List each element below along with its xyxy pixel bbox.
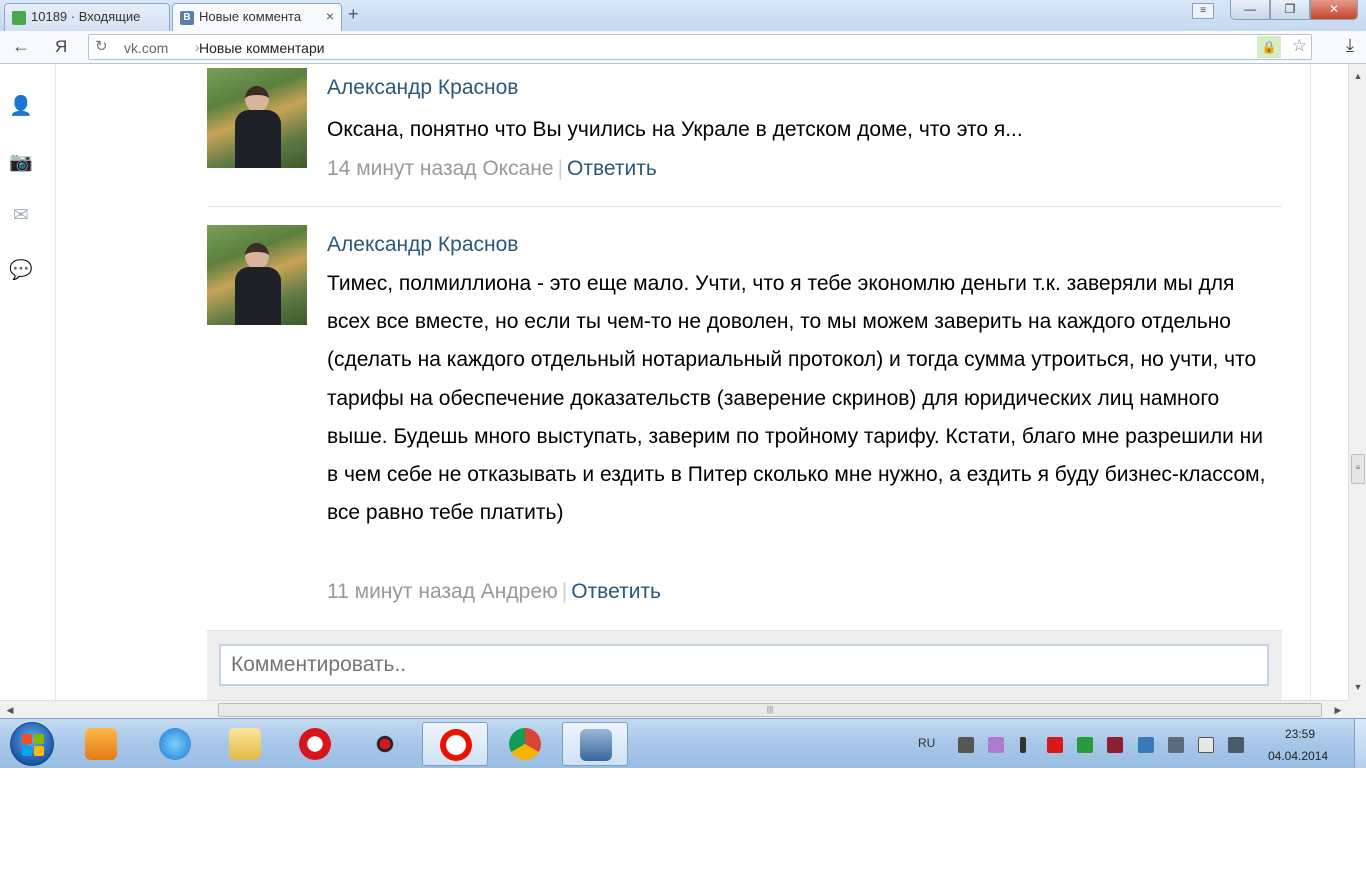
- reply-link[interactable]: Ответить: [567, 157, 657, 180]
- taskbar-chrome[interactable]: [492, 722, 558, 766]
- file-explorer-icon: [229, 728, 261, 760]
- tab-title: 10189 · Входящие: [31, 9, 141, 24]
- address-page-title: Новые комментари: [199, 40, 325, 56]
- taskbar-opera[interactable]: [282, 722, 348, 766]
- chat-icon[interactable]: 💬: [8, 258, 34, 282]
- scroll-thumb[interactable]: ≡: [1351, 454, 1365, 484]
- blank-area: [0, 768, 1366, 885]
- minimize-button[interactable]: —: [1230, 0, 1270, 20]
- page-viewport: 👤 📷 ✉ 💬 Александр Краснов Оксана, понятн…: [0, 64, 1348, 700]
- camera-icon[interactable]: 📷: [8, 150, 34, 174]
- close-window-button[interactable]: ✕: [1310, 0, 1358, 20]
- tab-bar: 10189 · Входящие B Новые коммента × + ≡ …: [0, 0, 1366, 31]
- back-button[interactable]: ←: [12, 36, 30, 57]
- yandex-button[interactable]: Я: [55, 37, 67, 57]
- chrome-icon: [509, 728, 541, 760]
- start-button[interactable]: [10, 722, 54, 766]
- taskbar-file-explorer[interactable]: [212, 722, 278, 766]
- taskbar-yandex-browser[interactable]: [422, 722, 488, 766]
- divider: [207, 206, 1282, 207]
- taskbar-phone-app[interactable]: [562, 722, 628, 766]
- scroll-right-icon[interactable]: ▶: [1330, 701, 1346, 719]
- echo-icon: [369, 728, 401, 760]
- vk-icon: B: [180, 11, 194, 25]
- tab-new-comments[interactable]: B Новые коммента ×: [172, 3, 342, 31]
- comment-meta: 14 минут назад Оксане | Ответить: [327, 157, 657, 180]
- window-controls: — ❐ ✕: [1230, 0, 1358, 20]
- comment-input[interactable]: [219, 644, 1269, 686]
- taskbar: RU 23:59 04.04.2014: [0, 718, 1366, 769]
- media-player-icon: [85, 728, 117, 760]
- comment-meta: 11 минут назад Андрею | Ответить: [327, 580, 661, 603]
- scroll-thumb[interactable]: |||: [218, 703, 1322, 717]
- tray-app-icon[interactable]: [1077, 737, 1093, 753]
- mail-icon: [12, 11, 26, 25]
- mail-icon[interactable]: ✉: [8, 204, 34, 228]
- clock-date[interactable]: 04.04.2014: [1268, 749, 1328, 763]
- lock-icon[interactable]: 🔒: [1257, 36, 1281, 58]
- comment-author[interactable]: Александр Краснов: [327, 233, 518, 257]
- content-border: [1310, 64, 1311, 700]
- taskbar-media-player[interactable]: [68, 722, 134, 766]
- vertical-scrollbar[interactable]: ▲ ≡ ▼: [1348, 64, 1366, 700]
- avatar[interactable]: [207, 225, 307, 325]
- opera-icon: [299, 728, 331, 760]
- volume-icon[interactable]: [1168, 737, 1184, 753]
- user-icon[interactable]: 👤: [8, 94, 34, 118]
- taskbar-echo[interactable]: [352, 722, 418, 766]
- reply-box: [207, 630, 1282, 700]
- horizontal-scrollbar[interactable]: ◀ ||| ▶: [0, 700, 1348, 718]
- restore-button[interactable]: ❐: [1270, 0, 1310, 20]
- comments-feed: Александр Краснов Оксана, понятно что Вы…: [57, 64, 1310, 700]
- phone-app-icon: [580, 729, 612, 761]
- scroll-down-icon[interactable]: ▼: [1351, 679, 1365, 696]
- tab-inbox[interactable]: 10189 · Входящие: [4, 3, 170, 31]
- avatar[interactable]: [207, 68, 307, 168]
- windows-logo-icon: [22, 734, 44, 756]
- network-device-icon[interactable]: [958, 737, 974, 753]
- scroll-corner: [1348, 700, 1366, 718]
- comment-author[interactable]: Александр Краснов: [327, 76, 518, 100]
- tray-app-icon[interactable]: [1138, 737, 1154, 753]
- internet-explorer-icon: [159, 728, 191, 760]
- comment-text: Тимес, полмиллиона - это еще мало. Учти,…: [327, 272, 1266, 525]
- taskbar-internet-explorer[interactable]: [142, 722, 208, 766]
- comment-text: Оксана, понятно что Вы учились на Украле…: [327, 118, 1023, 141]
- tab-title: Новые коммента: [199, 9, 302, 24]
- address-bar[interactable]: ↻ vk.com › Новые комментари 🔒 ☆: [88, 34, 1312, 60]
- comment-time[interactable]: 11 минут назад Андрею: [327, 580, 558, 603]
- flag-icon[interactable]: [1198, 737, 1214, 753]
- network-icon[interactable]: [1228, 737, 1244, 753]
- star-icon[interactable]: ☆: [1292, 36, 1307, 56]
- address-domain: vk.com: [124, 40, 169, 56]
- scroll-left-icon[interactable]: ◀: [2, 701, 18, 719]
- browser-toolbar: ← Я ↻ vk.com › Новые комментари 🔒 ☆ ⤓: [0, 31, 1366, 64]
- ati-icon[interactable]: [1047, 737, 1063, 753]
- left-nav: 👤 📷 ✉ 💬: [0, 64, 56, 700]
- download-icon[interactable]: ⤓: [1346, 35, 1354, 56]
- show-desktop-button[interactable]: [1354, 719, 1366, 769]
- close-icon[interactable]: ×: [326, 8, 334, 24]
- comment-time[interactable]: 14 минут назад Оксане: [327, 157, 554, 180]
- reply-link[interactable]: Ответить: [571, 580, 661, 603]
- tray-app-icon[interactable]: [1020, 737, 1026, 753]
- scroll-up-icon[interactable]: ▲: [1351, 68, 1365, 85]
- clock-time[interactable]: 23:59: [1285, 727, 1315, 741]
- tray-app-icon[interactable]: [1107, 737, 1123, 753]
- menu-icon[interactable]: ≡: [1192, 3, 1214, 19]
- language-indicator[interactable]: RU: [918, 736, 935, 750]
- tray-app-icon[interactable]: [988, 737, 1004, 753]
- yandex-browser-icon: [440, 729, 472, 761]
- new-tab-button[interactable]: +: [348, 4, 359, 25]
- reload-icon[interactable]: ↻: [95, 37, 108, 55]
